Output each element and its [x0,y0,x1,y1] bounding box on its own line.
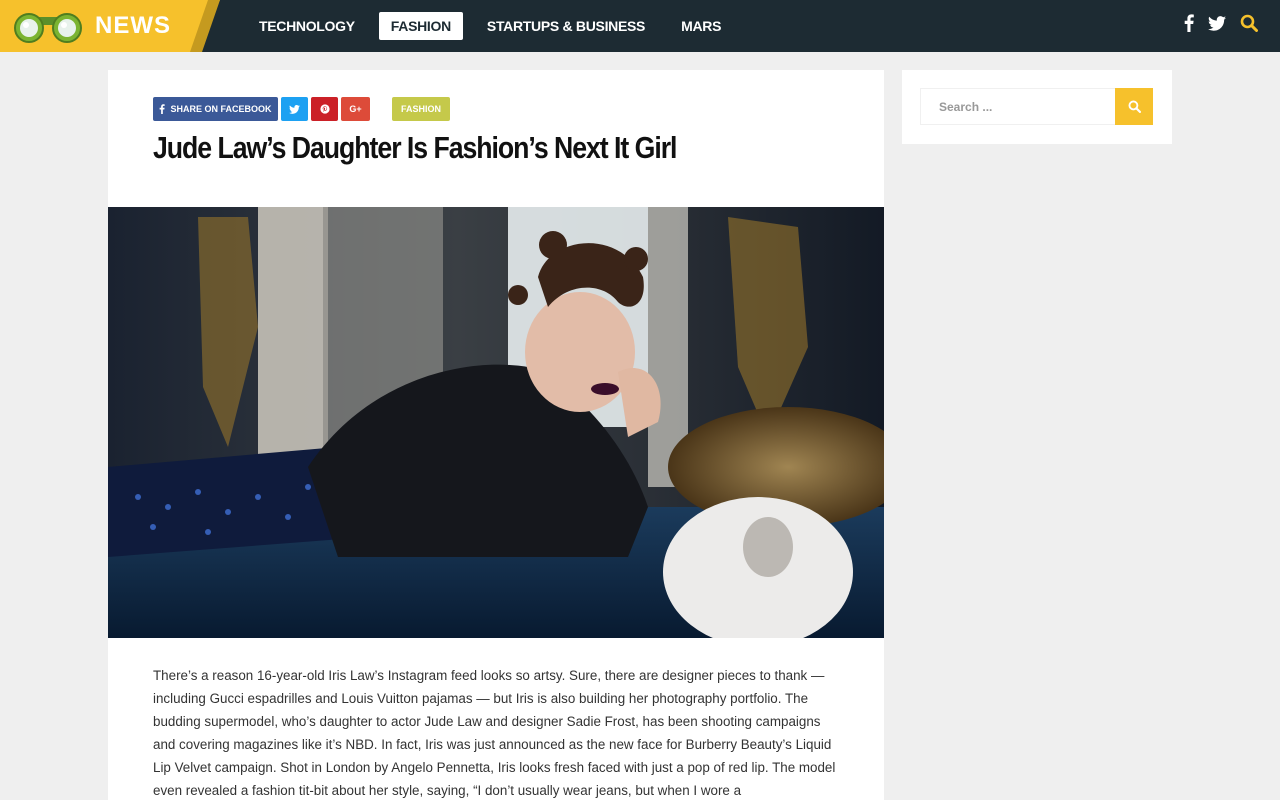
share-facebook-button[interactable]: SHARE ON FACEBOOK [153,97,278,121]
top-navigation-bar: NEWS TECHNOLOGY FASHION STARTUPS & BUSIN… [0,0,1280,52]
category-tag[interactable]: FASHION [392,97,450,121]
share-twitter-button[interactable] [281,97,308,121]
article-body: There’s a reason 16-year-old Iris Law’s … [153,668,836,798]
search-button[interactable] [1115,88,1153,125]
sidebar-search-widget [902,70,1172,144]
article-title: Jude Law’s Daughter Is Fashion’s Next It… [153,130,677,165]
twitter-icon [289,104,300,114]
binoculars-logo-icon[interactable] [12,9,84,43]
hero-image [108,207,884,638]
share-pinterest-button[interactable] [311,97,338,121]
site-logo-text[interactable]: NEWS [95,12,171,40]
search-icon [1128,100,1141,113]
main-nav: TECHNOLOGY FASHION STARTUPS & BUSINESS M… [247,11,745,41]
nav-item-fashion[interactable]: FASHION [378,12,463,40]
article-card: SHARE ON FACEBOOK G+ FASHION Jude Law’s … [108,70,884,800]
share-facebook-label: SHARE ON FACEBOOK [170,104,272,114]
nav-item-startups-business[interactable]: STARTUPS & BUSINESS [475,12,657,40]
search-input[interactable] [920,88,1116,125]
twitter-icon[interactable] [1208,15,1226,31]
header-icons [1170,14,1258,32]
pinterest-icon [319,104,330,114]
share-google-plus-button[interactable]: G+ [341,97,370,121]
facebook-icon [160,104,166,114]
share-buttons: SHARE ON FACEBOOK G+ FASHION [153,97,450,121]
nav-item-mars[interactable]: MARS [669,12,733,40]
search-icon[interactable] [1240,14,1258,32]
nav-item-technology[interactable]: TECHNOLOGY [247,12,367,40]
facebook-icon[interactable] [1184,14,1194,32]
